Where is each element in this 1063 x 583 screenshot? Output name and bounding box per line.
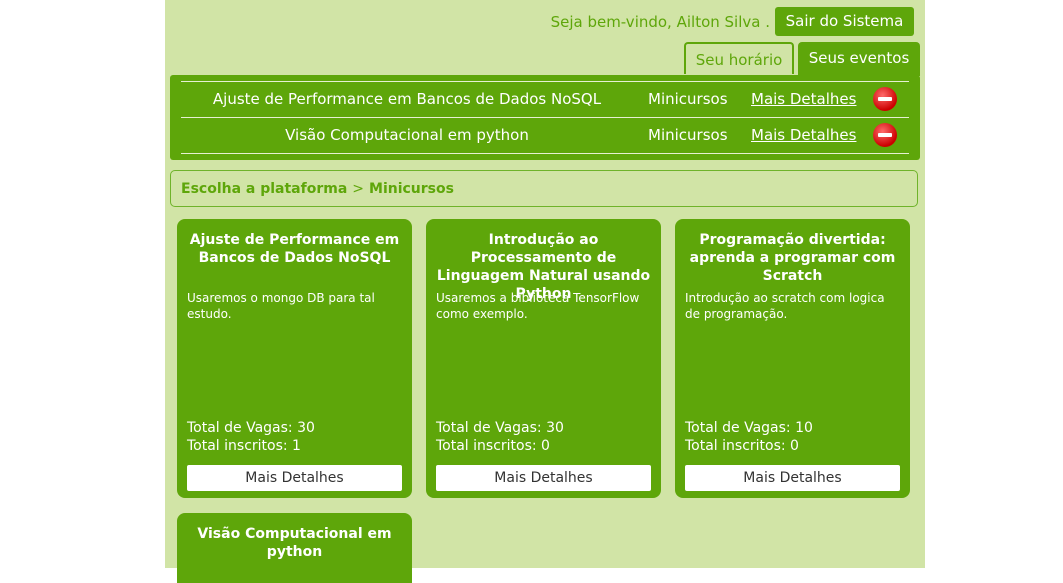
breadcrumb-current: Minicursos bbox=[369, 181, 454, 197]
page-container: Seja bem-vindo, Ailton Silva . Sair do S… bbox=[165, 0, 925, 583]
card-total-inscritos: Total inscritos: 0 bbox=[685, 438, 799, 454]
tab-seus-eventos[interactable]: Seus eventos bbox=[798, 42, 920, 76]
details-button[interactable]: Mais Detalhes bbox=[187, 465, 402, 491]
event-row: Visão Computacional em python Minicursos… bbox=[181, 117, 909, 154]
logout-button[interactable]: Sair do Sistema bbox=[775, 7, 914, 36]
remove-icon[interactable] bbox=[873, 123, 897, 147]
course-card: Ajuste de Performance em Bancos de Dados… bbox=[177, 219, 412, 498]
event-row: Ajuste de Performance em Bancos de Dados… bbox=[181, 81, 909, 117]
card-title: Programação divertida: aprenda a program… bbox=[689, 232, 896, 284]
course-card: Visão Computacional em python bbox=[177, 513, 412, 583]
event-details-link[interactable]: Mais Detalhes bbox=[751, 126, 856, 144]
remove-icon[interactable] bbox=[873, 87, 897, 111]
card-title: Ajuste de Performance em Bancos de Dados… bbox=[189, 232, 400, 266]
card-total-vagas: Total de Vagas: 30 bbox=[436, 420, 564, 436]
welcome-message: Seja bem-vindo, Ailton Silva . bbox=[550, 13, 770, 31]
breadcrumb-separator: > bbox=[352, 181, 365, 197]
card-total-inscritos: Total inscritos: 1 bbox=[187, 438, 301, 454]
course-card: Programação divertida: aprenda a program… bbox=[675, 219, 910, 498]
event-name: Visão Computacional em python bbox=[285, 126, 529, 144]
card-description: Usaremos a biblioteca TensorFlow como ex… bbox=[436, 291, 640, 321]
tab-seu-horario[interactable]: Seu horário bbox=[684, 42, 794, 74]
card-title: Visão Computacional em python bbox=[197, 526, 392, 560]
event-type: Minicursos bbox=[648, 126, 728, 144]
event-name: Ajuste de Performance em Bancos de Dados… bbox=[212, 90, 602, 108]
details-button[interactable]: Mais Detalhes bbox=[685, 465, 900, 491]
card-total-vagas: Total de Vagas: 30 bbox=[187, 420, 315, 436]
breadcrumb-root[interactable]: Escolha a plataforma bbox=[181, 181, 347, 197]
event-type: Minicursos bbox=[648, 90, 728, 108]
card-description: Usaremos o mongo DB para tal estudo. bbox=[187, 291, 375, 321]
breadcrumb: Escolha a plataforma > Minicursos bbox=[170, 170, 918, 207]
events-panel: Ajuste de Performance em Bancos de Dados… bbox=[170, 75, 920, 160]
card-total-inscritos: Total inscritos: 0 bbox=[436, 438, 550, 454]
details-button[interactable]: Mais Detalhes bbox=[436, 465, 651, 491]
event-details-link[interactable]: Mais Detalhes bbox=[751, 90, 856, 108]
card-description: Introdução ao scratch com logica de prog… bbox=[685, 291, 885, 321]
course-card: Introdução ao Processamento de Linguagem… bbox=[426, 219, 661, 498]
card-total-vagas: Total de Vagas: 10 bbox=[685, 420, 813, 436]
